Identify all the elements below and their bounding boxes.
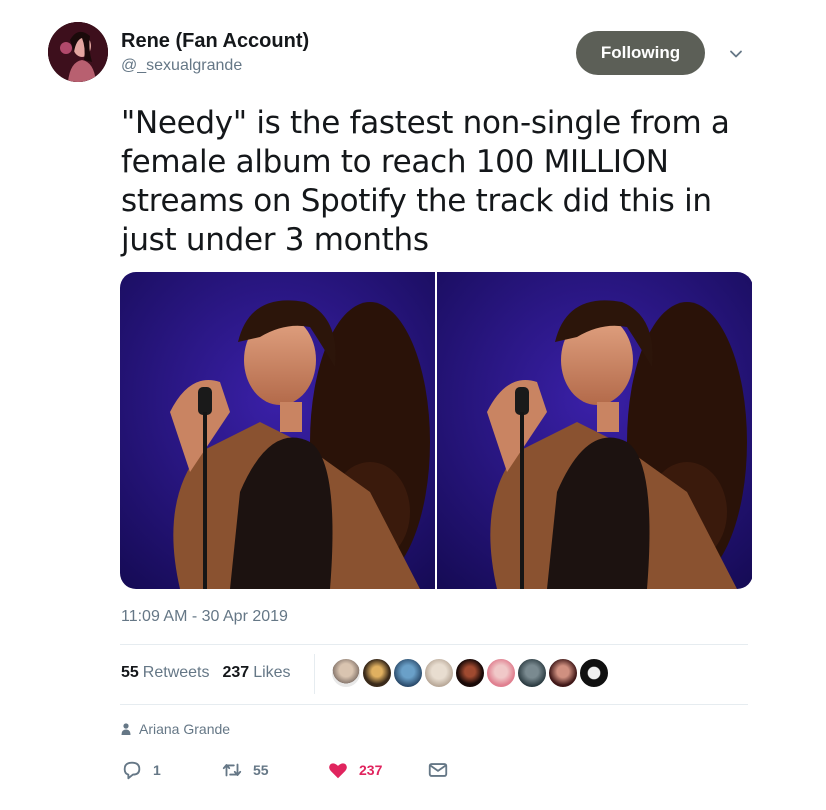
- liker-avatar[interactable]: [330, 657, 362, 689]
- person-icon: [121, 723, 131, 735]
- tagged-person-label: Ariana Grande: [139, 721, 231, 737]
- likes-label: Likes: [253, 664, 291, 681]
- likes-count: 237: [222, 664, 250, 681]
- liker-avatars: [330, 657, 610, 689]
- divider: [120, 704, 748, 705]
- liker-avatar[interactable]: [454, 657, 486, 689]
- reply-action[interactable]: 1: [121, 759, 221, 781]
- tweet-timestamp[interactable]: 11:09 AM - 30 Apr 2019: [121, 608, 288, 626]
- retweets-stat[interactable]: 55 Retweets: [121, 664, 210, 682]
- likes-stat[interactable]: 237 Likes: [223, 664, 291, 682]
- liker-avatar[interactable]: [423, 657, 455, 689]
- reply-count: 1: [153, 762, 161, 778]
- tweet-media[interactable]: [120, 272, 753, 589]
- tweet-text: "Needy" is the fastest non-single from a…: [121, 105, 730, 258]
- retweets-count: 55: [121, 664, 139, 681]
- author-handle[interactable]: @_sexualgrande: [121, 57, 242, 75]
- reply-icon: [123, 761, 141, 780]
- liker-avatar[interactable]: [485, 657, 517, 689]
- envelope-icon: [428, 763, 448, 777]
- author-avatar[interactable]: [48, 22, 108, 82]
- photo-2[interactable]: [437, 272, 752, 589]
- stats-separator: [314, 654, 315, 694]
- liker-avatar[interactable]: [547, 657, 579, 689]
- like-action[interactable]: 237: [327, 759, 427, 781]
- photo-1[interactable]: [120, 272, 435, 589]
- direct-message-action[interactable]: [427, 759, 449, 781]
- liker-avatar[interactable]: [516, 657, 548, 689]
- divider: [120, 644, 748, 645]
- like-count: 237: [359, 762, 383, 778]
- profile-photo: [48, 22, 108, 82]
- retweets-label: Retweets: [142, 664, 210, 681]
- liker-avatar[interactable]: [361, 657, 393, 689]
- retweet-icon: [222, 763, 242, 777]
- chevron-down-icon[interactable]: [728, 46, 744, 62]
- retweet-action[interactable]: 55: [221, 759, 327, 781]
- heart-icon: [329, 763, 347, 779]
- photo-image: [120, 272, 435, 589]
- photo-image: [437, 272, 752, 589]
- tagged-person[interactable]: Ariana Grande: [121, 721, 230, 737]
- tweet-stats: 55 Retweets 237 Likes: [121, 664, 291, 682]
- liker-avatar[interactable]: [392, 657, 424, 689]
- author-display-name[interactable]: Rene (Fan Account): [121, 30, 309, 53]
- tweet-actions: 1 55 237: [121, 759, 449, 781]
- retweet-count: 55: [253, 762, 269, 778]
- following-button[interactable]: Following: [576, 31, 705, 75]
- liker-avatar[interactable]: [578, 657, 610, 689]
